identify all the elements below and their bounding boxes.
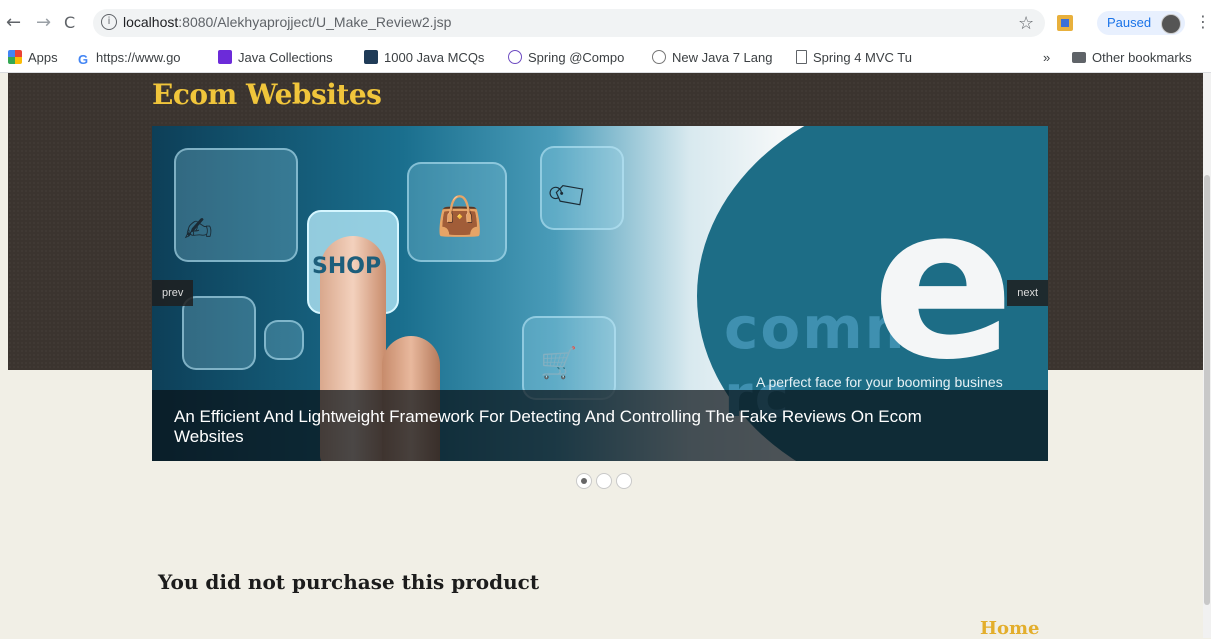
browser-toolbar: ← → C i localhost:8080/Alekhyaprojject/U… <box>0 0 1211 45</box>
slide-tagline: A perfect face for your booming busines <box>756 374 1003 390</box>
bookmark-new-java-7[interactable]: New Java 7 Lang <box>652 50 780 65</box>
scrollbar-thumb[interactable] <box>1204 175 1210 605</box>
kebab-menu-icon[interactable]: ⋮ <box>1195 12 1211 31</box>
sf-logo-icon <box>364 50 378 64</box>
bookmark-java-collections[interactable]: Java Collections <box>218 50 346 65</box>
address-bar[interactable]: i localhost:8080/Alekhyaprojject/U_Make_… <box>93 9 1045 37</box>
back-arrow-icon[interactable]: ← <box>6 14 21 32</box>
bookmark-spring-component[interactable]: Spring @Compo <box>508 50 636 65</box>
url-path: :8080/Alekhyaprojject/U_Make_Review2.jsp <box>178 14 452 30</box>
bookmark-google[interactable]: Ghttps://www.go <box>76 50 196 67</box>
slider-next-button[interactable]: next <box>1007 280 1048 306</box>
forward-arrow-icon[interactable]: → <box>36 14 51 32</box>
bookmarks-bar: Apps Ghttps://www.go Java Collections 10… <box>0 44 1211 73</box>
url-host: localhost <box>123 14 179 30</box>
reload-icon[interactable]: C <box>64 14 75 32</box>
slider-prev-button[interactable]: prev <box>152 280 194 306</box>
purchase-status-message: You did not purchase this product <box>158 570 540 594</box>
spring-icon <box>508 50 522 64</box>
google-icon: G <box>76 52 90 67</box>
image-slider: ✍ 👜 🏷 🛒 SHOP commrc e A perfect face for… <box>152 126 1048 461</box>
page-icon <box>796 50 807 64</box>
slider-dot-1[interactable] <box>576 473 592 489</box>
profile-paused-button[interactable]: Paused <box>1097 11 1185 35</box>
commerce-logo-letter: e <box>872 161 1015 406</box>
shopping-cart-icon: 🛒 <box>540 346 578 381</box>
folder-icon <box>1072 52 1086 63</box>
bookmark-java-mcqs[interactable]: 1000 Java MCQs <box>364 50 492 65</box>
info-icon[interactable]: i <box>101 14 117 30</box>
slider-dot-2[interactable] <box>596 473 612 489</box>
bookmark-apps[interactable]: Apps <box>8 50 58 65</box>
bookmark-star-icon[interactable]: ☆ <box>1018 13 1034 34</box>
slide-tile <box>264 320 304 360</box>
page-title: Ecom Websites <box>152 78 382 111</box>
apps-grid-icon <box>8 50 22 64</box>
avatar <box>1161 14 1181 34</box>
other-bookmarks[interactable]: Other bookmarks <box>1072 50 1192 65</box>
slide-tile <box>182 296 256 370</box>
shop-label: SHOP <box>312 254 382 279</box>
home-link[interactable]: Home <box>980 618 1040 639</box>
shopping-bag-icon: 👜 <box>436 194 484 238</box>
extension-icon[interactable] <box>1057 15 1073 31</box>
page-scrollbar[interactable] <box>1203 73 1211 638</box>
bookmark-spring-mvc[interactable]: Spring 4 MVC Tu <box>796 50 926 65</box>
slider-dot-3[interactable] <box>616 473 632 489</box>
d-logo-icon <box>218 50 232 64</box>
slide-caption: An Efficient And Lightweight Framework F… <box>174 407 922 446</box>
profile-status-label: Paused <box>1107 15 1152 30</box>
url-text: localhost:8080/Alekhyaprojject/U_Make_Re… <box>123 14 451 30</box>
globe-icon <box>652 50 666 64</box>
bookmarks-overflow-button[interactable]: » <box>1043 50 1050 65</box>
signature-card-icon: ✍ <box>184 210 213 250</box>
